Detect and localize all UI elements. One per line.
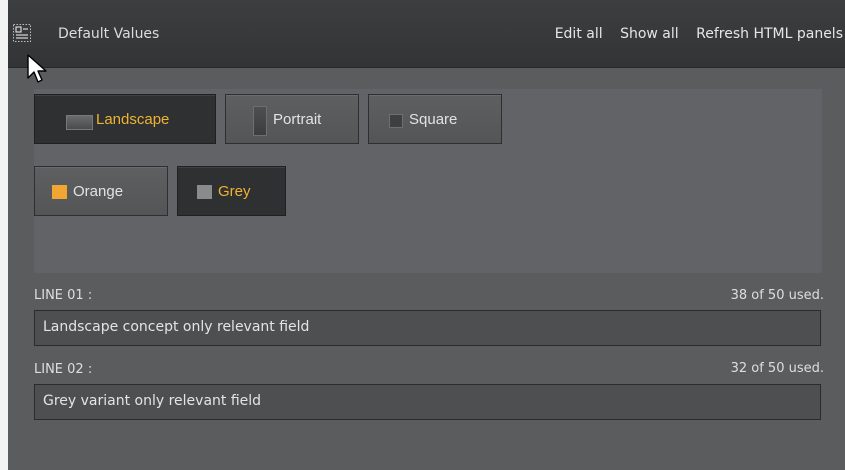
- landscape-label: Landscape: [96, 111, 170, 128]
- portrait-icon: [253, 106, 267, 136]
- grey-label: Grey: [218, 183, 251, 200]
- orange-label: Orange: [73, 183, 124, 200]
- line-02-input[interactable]: Grey variant only relevant field: [34, 384, 821, 420]
- grey-button[interactable]: Grey: [177, 166, 286, 216]
- landscape-button[interactable]: Landscape: [34, 94, 216, 144]
- panel-title: Default Values: [58, 26, 160, 42]
- portrait-label: Portrait: [273, 111, 322, 128]
- portrait-button[interactable]: Portrait: [225, 94, 359, 144]
- landscape-icon: [66, 115, 93, 130]
- mouse-cursor-icon: [27, 54, 47, 83]
- grey-swatch-icon: [197, 185, 212, 199]
- orange-swatch-icon: [52, 185, 67, 199]
- show-all-link[interactable]: Show all: [620, 26, 679, 42]
- refresh-html-panels-link[interactable]: Refresh HTML panels: [696, 26, 843, 42]
- square-icon: [389, 114, 403, 128]
- line-02-counter: 32 of 50 used.: [730, 361, 824, 376]
- left-edge: [0, 0, 8, 470]
- panel-header: Default Values Edit all Show all Refresh…: [8, 0, 845, 68]
- square-button[interactable]: Square: [368, 94, 502, 144]
- line-01-counter: 38 of 50 used.: [730, 288, 824, 303]
- concept-selector: Landscape Portrait Square Orange Grey: [34, 89, 822, 273]
- line-02-label: LINE 02 :: [34, 362, 93, 377]
- line-01-input[interactable]: Landscape concept only relevant field: [34, 310, 821, 346]
- header-actions: Edit all Show all Refresh HTML panels: [542, 26, 843, 42]
- default-values-panel: Default Values Edit all Show all Refresh…: [8, 0, 845, 470]
- square-label: Square: [409, 111, 458, 128]
- line-01-label: LINE 01 :: [34, 288, 93, 303]
- orange-button[interactable]: Orange: [34, 166, 168, 216]
- template-icon[interactable]: [13, 24, 31, 42]
- edit-all-link[interactable]: Edit all: [555, 26, 603, 42]
